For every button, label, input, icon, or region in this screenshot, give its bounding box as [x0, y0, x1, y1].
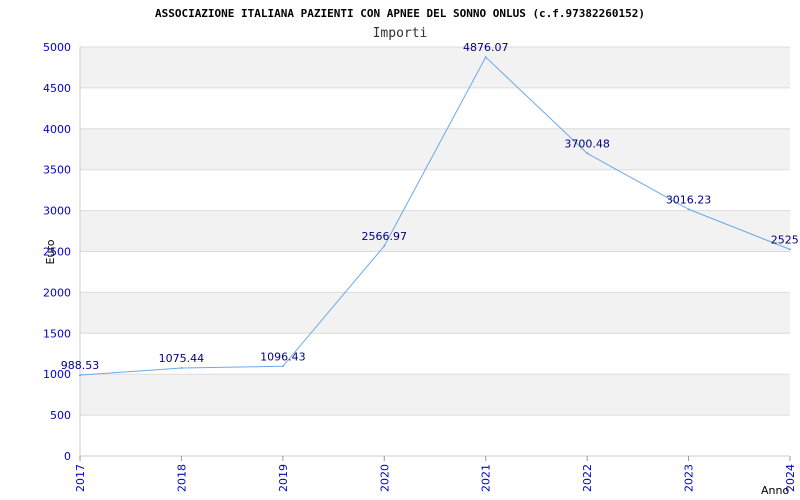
y-tick-label: 3500 — [43, 164, 71, 177]
grid-band — [80, 251, 790, 293]
grid-band — [80, 128, 790, 170]
data-label: 4876.07 — [463, 41, 509, 54]
y-axis-label: Euro — [44, 239, 57, 264]
data-label: 988.53 — [61, 359, 100, 372]
x-tick-label: 2023 — [683, 464, 696, 492]
data-label: 2525.7 — [771, 233, 800, 246]
y-tick-label: 500 — [50, 409, 71, 422]
data-point — [383, 245, 386, 248]
x-tick-labels: 2017 2018 2019 2020 2021 2022 2023 2024 — [74, 464, 797, 492]
data-point — [687, 208, 690, 211]
data-label: 1096.43 — [260, 350, 306, 363]
y-tick-label: 1500 — [43, 327, 71, 340]
data-label: 1075.44 — [159, 352, 205, 365]
grid-band — [80, 47, 790, 88]
y-tick-label: 3000 — [43, 205, 71, 218]
data-point — [79, 374, 81, 377]
grid-band — [80, 374, 790, 416]
data-label: 3016.23 — [666, 193, 712, 206]
data-point — [281, 365, 284, 368]
grid-band — [80, 292, 790, 334]
x-tick-label: 2022 — [581, 464, 594, 492]
data-label: 2566.97 — [362, 230, 408, 243]
data-point — [180, 367, 183, 370]
y-tick-label: 4500 — [43, 82, 71, 95]
chart-subtitle: Importi — [373, 26, 428, 41]
data-label: 3700.48 — [564, 137, 610, 150]
importi-line-chart: 0500100015002000250030003500400045005000… — [43, 7, 800, 497]
y-tick-label: 5000 — [43, 41, 71, 54]
x-tick-label: 2020 — [378, 464, 391, 492]
chart-title: ASSOCIAZIONE ITALIANA PAZIENTI CON APNEE… — [155, 7, 645, 20]
x-tick-label: 2017 — [74, 464, 87, 492]
x-tick-label: 2019 — [277, 464, 290, 492]
data-point — [789, 248, 791, 251]
x-tick-label: 2021 — [480, 464, 493, 492]
grid-band — [80, 87, 790, 129]
x-tick-label: 2018 — [175, 464, 188, 492]
y-tick-label: 4000 — [43, 123, 71, 136]
x-axis-label: Anno — [761, 484, 789, 497]
grid-band — [80, 415, 790, 456]
data-point — [484, 56, 487, 59]
y-tick-label: 2000 — [43, 286, 71, 299]
y-tick-label: 0 — [64, 450, 71, 463]
data-point — [586, 152, 589, 155]
grid-band — [80, 210, 790, 252]
